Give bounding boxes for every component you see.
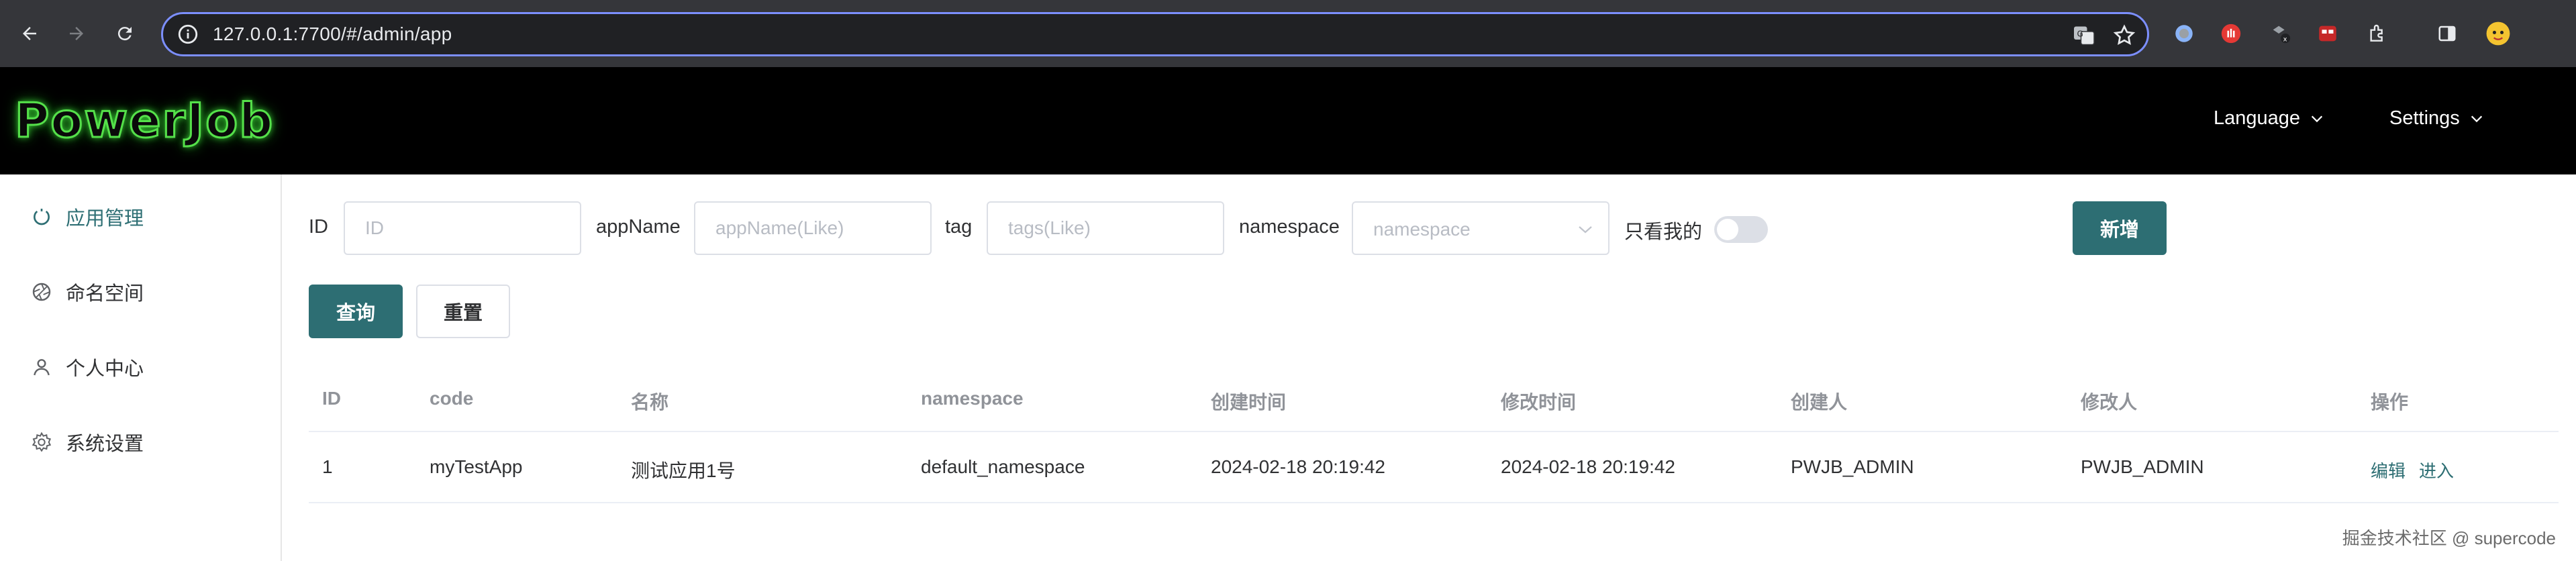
bookmark-star-icon[interactable]: [2112, 23, 2136, 48]
sidebar-item-namespace[interactable]: 命名空间: [31, 278, 144, 306]
browser-toolbar: 127.0.0.1:7700/#/admin/app G x: [0, 0, 2576, 67]
sidebar-item-label: 命名空间: [66, 283, 144, 305]
only-mine-switch[interactable]: [1714, 216, 1768, 243]
cell-modified: 2024-02-18 20:19:42: [1501, 456, 1675, 477]
column-header-id: ID: [322, 388, 341, 409]
add-button[interactable]: 新增: [2073, 201, 2167, 255]
extension-red-icon[interactable]: [2313, 19, 2342, 48]
profile-avatar[interactable]: [2483, 19, 2513, 48]
divider: [309, 502, 2559, 503]
cell-code: myTestApp: [430, 456, 523, 477]
extension-hand-icon[interactable]: [2216, 19, 2246, 48]
column-header-modifier: 修改人: [2081, 392, 2138, 413]
extensions-puzzle-icon[interactable]: [2363, 19, 2392, 48]
sidebar-item-app-management[interactable]: 应用管理: [31, 203, 144, 231]
column-header-namespace: namespace: [921, 388, 1024, 409]
chevron-down-icon: [2471, 115, 2482, 122]
column-header-created: 创建时间: [1211, 392, 1287, 413]
sidebar: 应用管理 命名空间 个人中心 系统设置: [0, 174, 282, 561]
column-header-modified: 修改时间: [1501, 392, 1577, 413]
back-icon[interactable]: [15, 19, 44, 48]
tag-input[interactable]: [987, 201, 1224, 255]
address-bar[interactable]: 127.0.0.1:7700/#/admin/app G: [161, 12, 2149, 56]
column-header-creator: 创建人: [1791, 392, 1848, 413]
language-menu[interactable]: Language: [2214, 107, 2324, 130]
id-label: ID: [309, 216, 328, 238]
divider: [309, 431, 2559, 432]
app-icon: [34, 209, 50, 225]
sidebar-icon[interactable]: [2432, 19, 2462, 48]
cell-namespace: default_namespace: [921, 456, 1085, 477]
tag-label: tag: [945, 216, 973, 238]
user-icon: [34, 359, 50, 376]
forward-icon[interactable]: [62, 19, 91, 48]
namespace-select-placeholder: namespace: [1373, 219, 1471, 240]
reset-button[interactable]: 重置: [416, 285, 510, 338]
sidebar-item-label: 个人中心: [66, 358, 144, 380]
language-menu-label: Language: [2214, 107, 2301, 129]
app-header: PowerJob Language Settings: [0, 67, 2576, 174]
switch-knob: [1717, 219, 1738, 240]
enter-link[interactable]: 进入: [2419, 458, 2454, 482]
gear-icon: [32, 431, 52, 452]
chevron-down-icon: [1579, 226, 1592, 234]
url-text: 127.0.0.1:7700/#/admin/app: [213, 23, 452, 44]
extension-globe-icon[interactable]: [2169, 19, 2199, 48]
chevron-down-icon: [2311, 115, 2323, 122]
only-mine-label: 只看我的: [1624, 221, 1703, 243]
appname-label: appName: [596, 216, 681, 238]
translate-icon[interactable]: G: [2072, 23, 2096, 48]
info-icon[interactable]: [177, 23, 199, 46]
cell-creator: PWJB_ADMIN: [1791, 456, 1914, 477]
reload-icon[interactable]: [110, 19, 140, 48]
settings-menu[interactable]: Settings: [2389, 107, 2484, 130]
sidebar-item-system-settings[interactable]: 系统设置: [31, 428, 144, 456]
svg-text:x: x: [2283, 36, 2287, 43]
column-header-code: code: [430, 388, 474, 409]
cell-modifier: PWJB_ADMIN: [2081, 456, 2204, 477]
cell-created: 2024-02-18 20:19:42: [1211, 456, 1385, 477]
powerjob-logo[interactable]: PowerJob: [13, 85, 274, 157]
cell-id: 1: [322, 456, 333, 477]
column-header-name: 名称: [631, 392, 669, 413]
sidebar-item-profile[interactable]: 个人中心: [31, 353, 144, 381]
edit-link[interactable]: 编辑: [2371, 458, 2406, 482]
cell-name: 测试应用1号: [631, 460, 736, 481]
svg-text:G: G: [2077, 30, 2083, 39]
extension-tool-icon[interactable]: x: [2266, 19, 2295, 48]
watermark: 掘金技术社区 @ supercode: [2342, 528, 2556, 548]
column-header-actions: 操作: [2371, 392, 2409, 413]
appname-input[interactable]: [694, 201, 932, 255]
sidebar-item-label: 应用管理: [66, 208, 144, 230]
settings-menu-label: Settings: [2389, 107, 2460, 129]
aperture-icon: [32, 283, 51, 301]
namespace-label: namespace: [1239, 216, 1340, 238]
query-button[interactable]: 查询: [309, 285, 403, 338]
id-input[interactable]: [344, 201, 581, 255]
namespace-select[interactable]: namespace: [1352, 201, 1609, 255]
sidebar-item-label: 系统设置: [66, 434, 144, 455]
